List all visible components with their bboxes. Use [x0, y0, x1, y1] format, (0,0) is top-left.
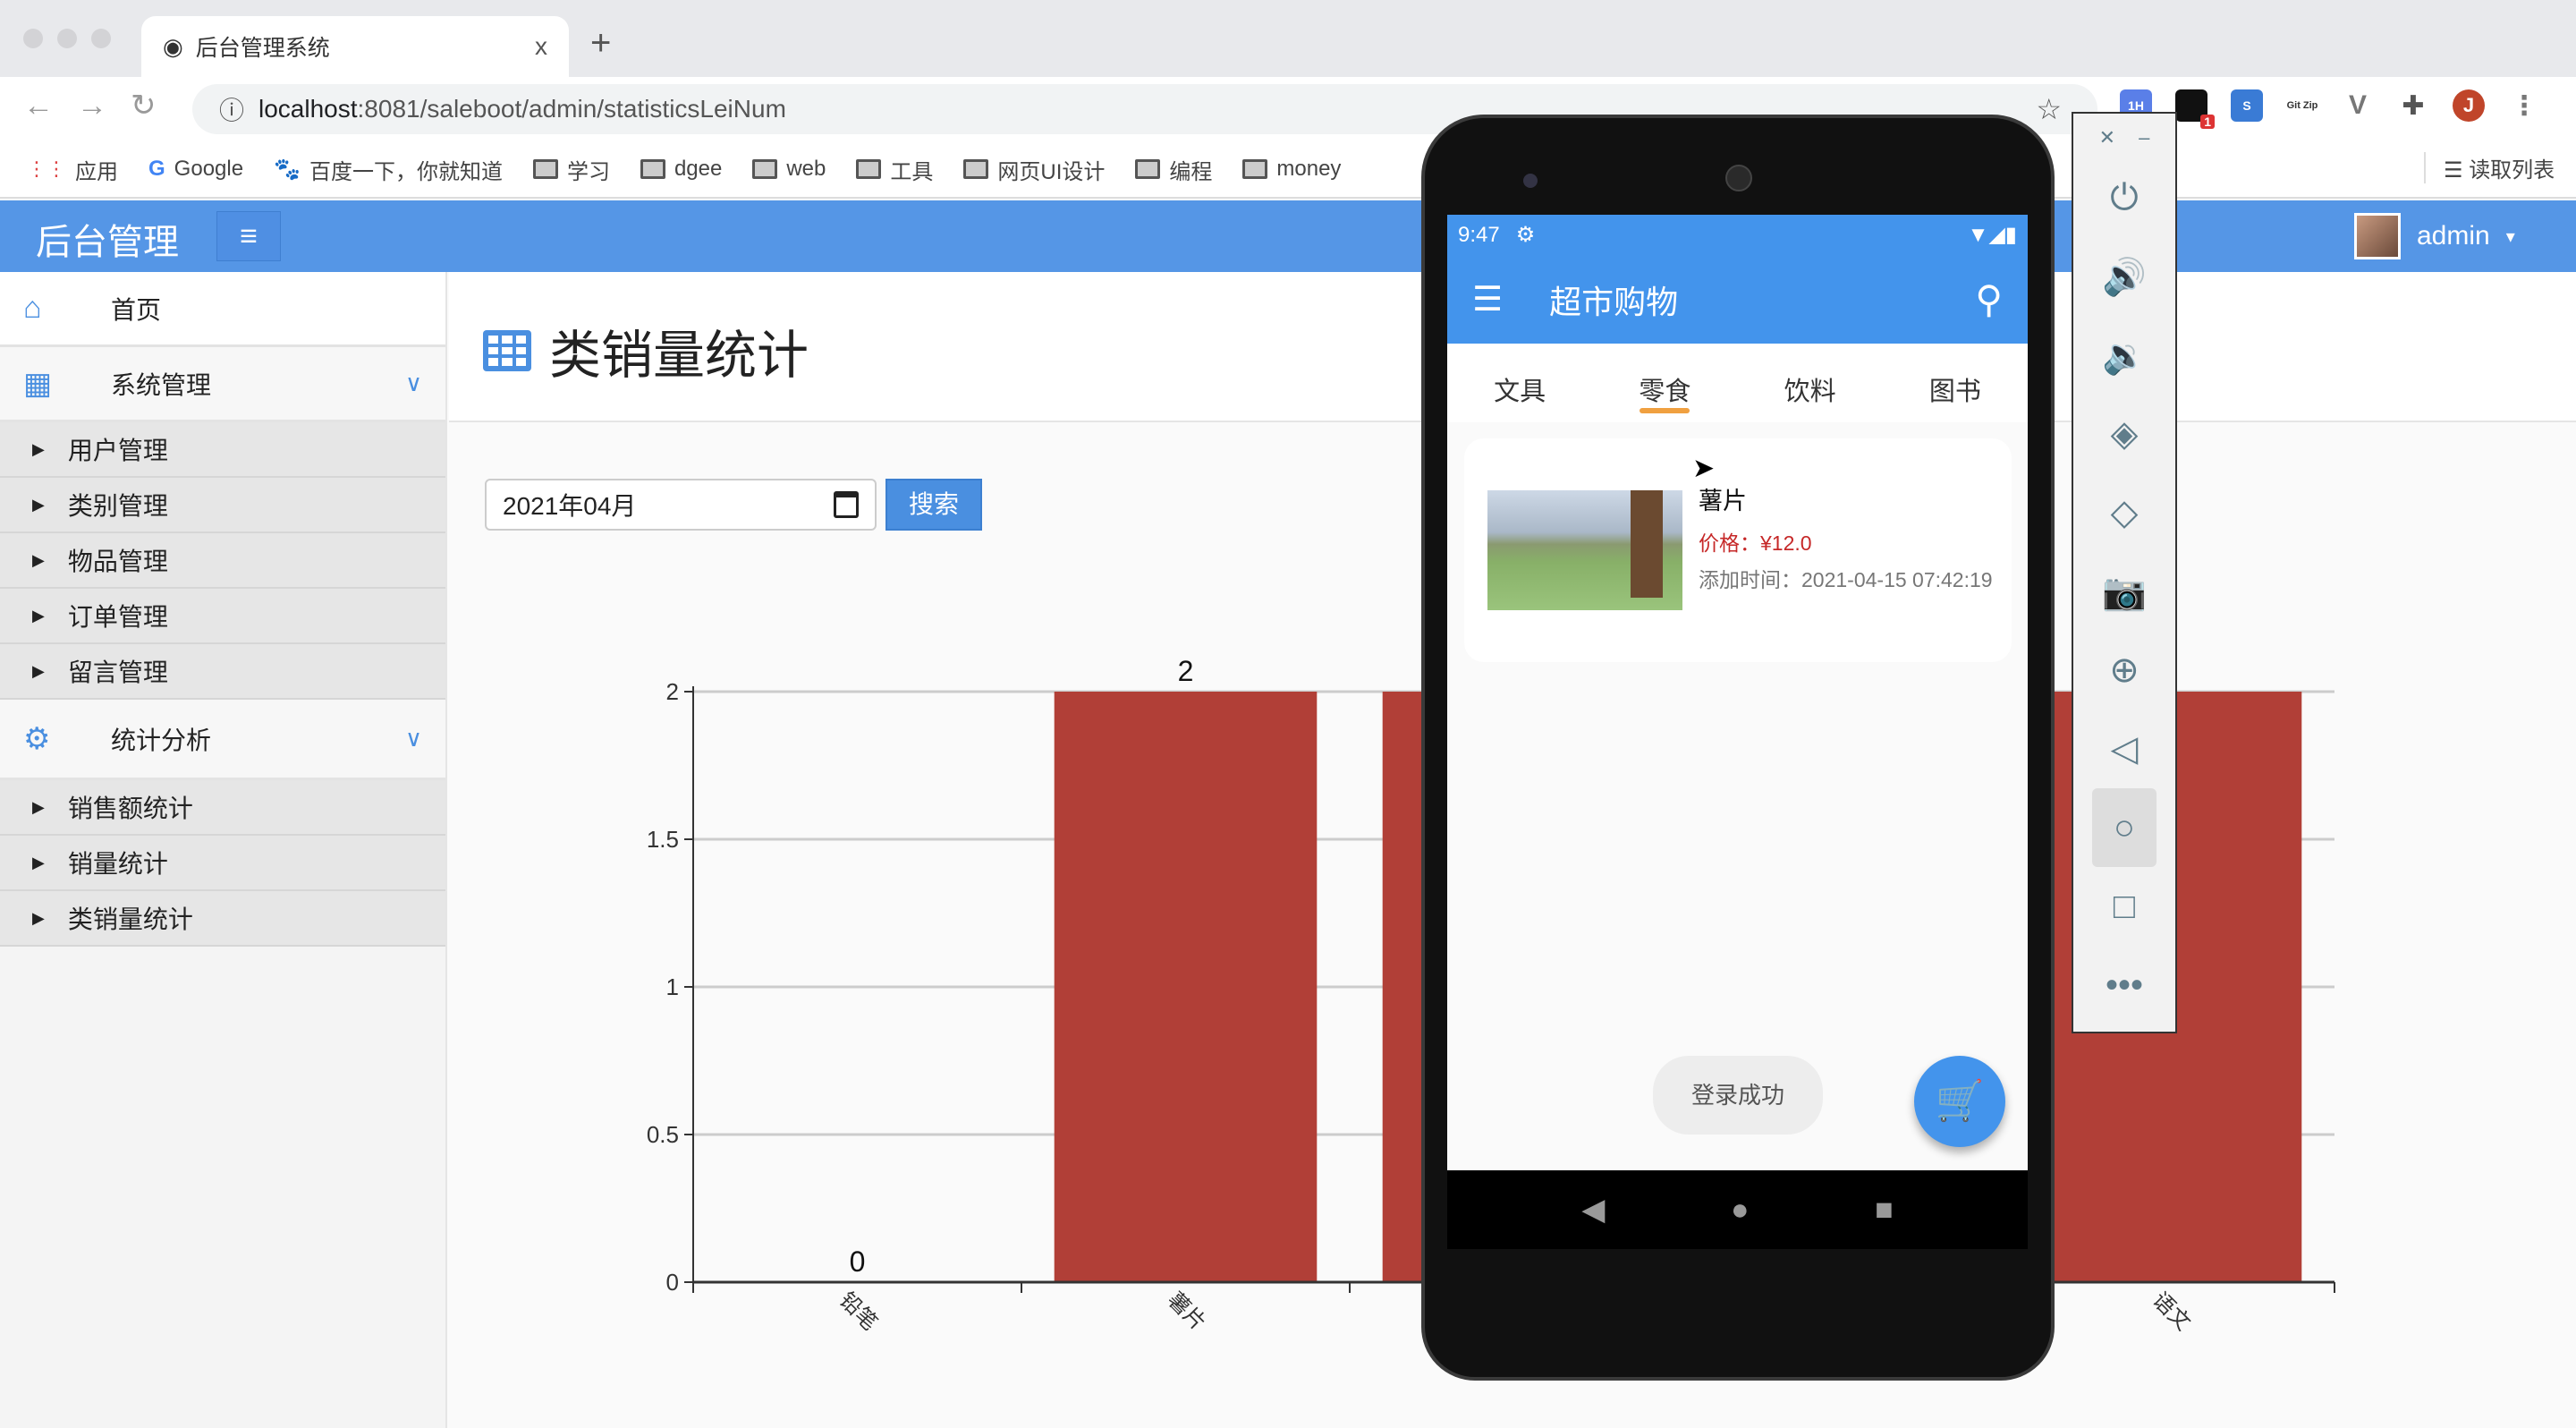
android-nav-bar: ◀ ● ■: [1447, 1170, 2028, 1249]
status-bar: 9:47 ⚙ ▼◢▮: [1447, 215, 2028, 255]
rotate-left-icon: ◈: [2110, 414, 2139, 454]
volume-up-button[interactable]: 🔊: [2092, 237, 2157, 316]
settings-gear-icon: ⚙: [1515, 223, 1536, 247]
x-tick-label: 薯片: [1163, 1288, 1211, 1336]
category-tabs: 文具 零食 饮料 图书: [1447, 344, 2028, 422]
hamburger-menu-icon[interactable]: ☰: [1472, 279, 1503, 319]
power-icon: ⏻: [2110, 177, 2139, 217]
y-tick-label: 1.5: [647, 826, 679, 853]
power-button[interactable]: ⏻: [2092, 158, 2157, 237]
status-time: 9:47: [1458, 222, 1500, 247]
product-price: 价格：¥12.0: [1699, 531, 1812, 555]
overview-button[interactable]: □: [2092, 867, 2157, 946]
home-button[interactable]: ○: [2092, 788, 2157, 867]
search-icon[interactable]: ⚲: [1975, 277, 2003, 321]
zoom-in-icon: ⊕: [2109, 650, 2140, 690]
recents-square-icon[interactable]: ■: [1875, 1193, 1894, 1228]
volume-down-icon: 🔉: [2102, 336, 2147, 376]
y-tick-label: 1: [666, 973, 679, 1000]
more-button[interactable]: •••: [2092, 946, 2157, 1024]
mouse-cursor-icon: ➤: [1692, 454, 1716, 483]
wifi-signal-battery-icons: ▼◢▮: [1967, 223, 2017, 247]
minimize-icon[interactable]: –: [2139, 126, 2149, 149]
product-name: 薯片: [1699, 488, 1747, 514]
cart-icon: 🛒: [1935, 1079, 1985, 1123]
screenshot-button[interactable]: 📷: [2092, 552, 2157, 631]
app-title: 超市购物: [1549, 283, 1679, 320]
bar-chart: 0 0.5 1 1.5 2 0 铅笔 2 薯片 语文: [647, 655, 2335, 1336]
data-label: 2: [1178, 655, 1194, 687]
y-tick-label: 0.5: [647, 1121, 679, 1148]
front-camera: [1523, 174, 1538, 188]
tab-stationery[interactable]: 文具: [1447, 344, 1592, 422]
more-dots-icon: •••: [2105, 965, 2143, 1005]
data-label: 0: [850, 1245, 866, 1278]
tab-books[interactable]: 图书: [1883, 344, 2028, 422]
camera-icon: 📷: [2102, 572, 2147, 612]
toast-message: 登录成功: [1653, 1056, 1823, 1135]
x-tick-label: 铅笔: [835, 1288, 883, 1336]
product-card[interactable]: 薯片 价格：¥12.0 添加时间：2021-04-15 07:42:19: [1464, 438, 2012, 662]
bar: [1054, 692, 1318, 1282]
rotate-left-button[interactable]: ◈: [2092, 395, 2157, 473]
product-image-detail: [1631, 490, 1663, 598]
emulator-toolbar: ✕ – ⏻ 🔊 🔉 ◈ ◇ 📷 ⊕ ◁ ○ □ •••: [2072, 112, 2177, 1033]
tab-drinks[interactable]: 饮料: [1738, 344, 1883, 422]
volume-up-icon: 🔊: [2102, 257, 2147, 297]
product-image: [1487, 490, 1682, 610]
speaker-grille: [1725, 165, 1752, 191]
rotate-right-button[interactable]: ◇: [2092, 473, 2157, 552]
zoom-button[interactable]: ⊕: [2092, 631, 2157, 710]
cart-fab-button[interactable]: 🛒: [1914, 1056, 2005, 1147]
y-tick-label: 2: [666, 678, 679, 705]
phone-screen[interactable]: 9:47 ⚙ ▼◢▮ ☰ 超市购物 ⚲ 文具 零食 饮料 图书 薯片 价格：¥1…: [1447, 215, 2028, 1249]
back-triangle-icon: ◁: [2110, 729, 2139, 769]
rotate-right-icon: ◇: [2110, 493, 2139, 532]
tab-snacks[interactable]: 零食: [1592, 344, 1737, 422]
home-circle-icon[interactable]: ●: [1731, 1193, 1750, 1228]
home-circle-icon: ○: [2113, 807, 2136, 847]
close-icon[interactable]: ✕: [2099, 126, 2115, 149]
y-tick-label: 0: [666, 1269, 679, 1296]
app-bar: ☰ 超市购物 ⚲: [1447, 255, 2028, 344]
product-added-time: 添加时间：2021-04-15 07:42:19: [1699, 568, 1993, 591]
volume-down-button[interactable]: 🔉: [2092, 316, 2157, 395]
x-tick-label: 语文: [2148, 1288, 2196, 1336]
square-icon: □: [2113, 886, 2136, 926]
back-icon[interactable]: ◀: [1581, 1192, 1605, 1228]
back-button[interactable]: ◁: [2092, 710, 2157, 788]
